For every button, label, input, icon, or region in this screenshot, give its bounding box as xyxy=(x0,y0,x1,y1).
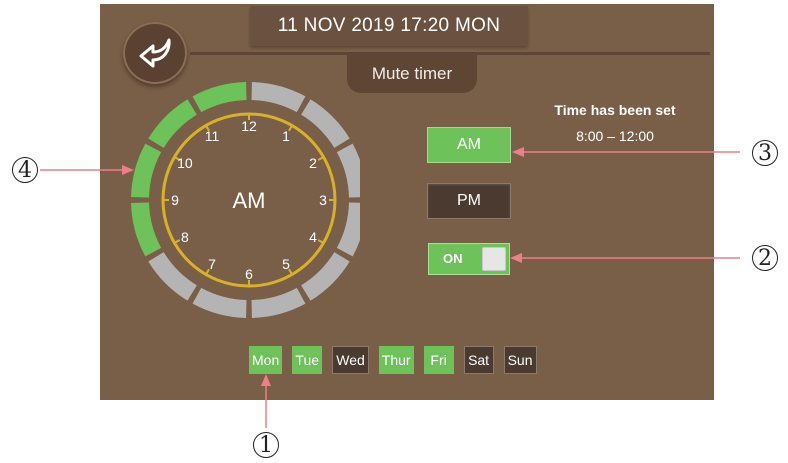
callout-lines xyxy=(40,147,740,428)
callout-arrow-2 xyxy=(510,253,522,263)
callout-2: 2 xyxy=(752,245,778,271)
callout-arrow-3 xyxy=(512,147,524,157)
callout-1: 1 xyxy=(253,432,279,458)
callout-4: 4 xyxy=(12,157,38,183)
callout-3: 3 xyxy=(752,140,778,166)
callout-arrow-1 xyxy=(261,374,271,386)
callout-arrow-4 xyxy=(122,165,134,175)
